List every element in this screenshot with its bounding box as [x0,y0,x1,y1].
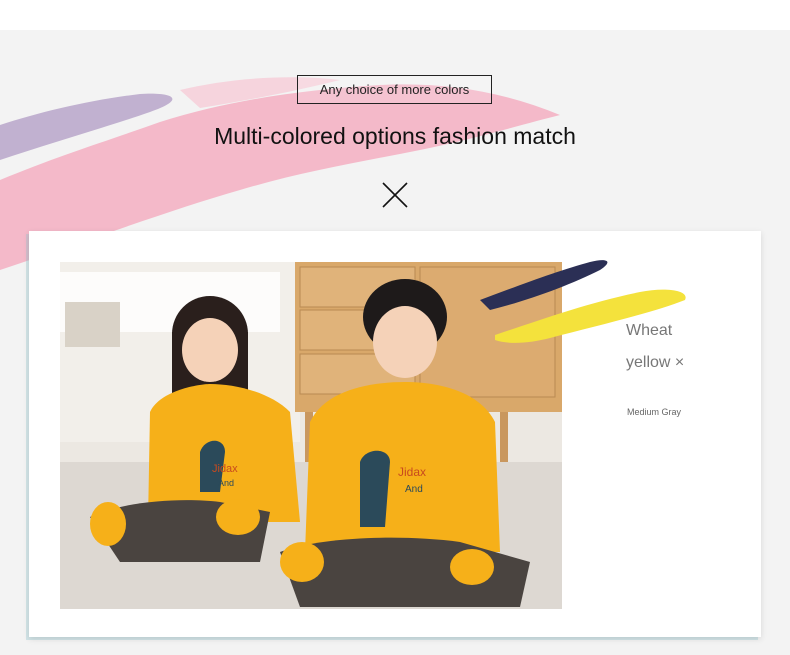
colors-tag: Any choice of more colors [297,75,492,104]
left-jersey-print: Jidax [212,463,238,475]
left-jersey-print-2: And [218,478,234,488]
top-white-strip [0,0,790,30]
right-jersey-print-2: And [405,484,423,495]
navy-yellow-brush-stroke [480,260,686,343]
page-title: Multi-colored options fashion match [214,123,576,149]
color-subtitle: Medium Gray [627,407,682,417]
right-jersey-print: Jidax [398,465,426,479]
color-name-line-2: yellow × [626,354,685,371]
cross-icon [382,182,408,208]
